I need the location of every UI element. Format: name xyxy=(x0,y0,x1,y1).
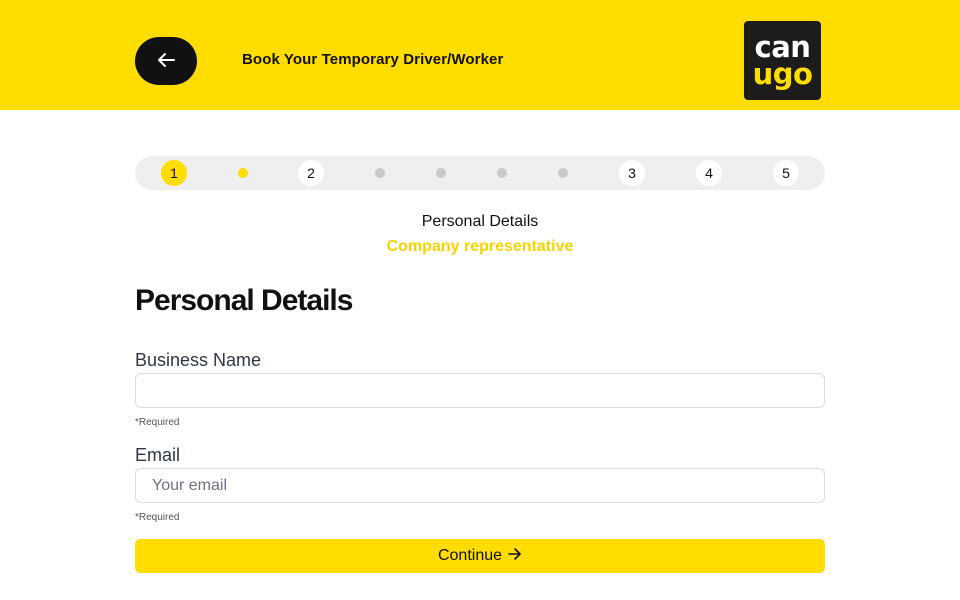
business-name-required-hint: *Required xyxy=(135,417,180,428)
logo-text-bottom: ugo xyxy=(752,57,813,91)
business-name-label: Business Name xyxy=(135,350,262,370)
back-button[interactable] xyxy=(135,37,197,85)
page-header-title: Book Your Temporary Driver/Worker xyxy=(242,51,504,68)
step-3[interactable]: 3 xyxy=(619,160,645,186)
step-title: Personal Details xyxy=(421,213,539,230)
sub-step-dot xyxy=(375,168,385,178)
continue-button[interactable]: Continue xyxy=(135,539,825,573)
sub-step-dot xyxy=(238,168,248,178)
business-name-input[interactable] xyxy=(135,373,825,408)
step-4[interactable]: 4 xyxy=(696,160,722,186)
step-2[interactable]: 2 xyxy=(298,160,324,186)
sub-step-dot xyxy=(436,168,446,178)
sub-step-dot xyxy=(558,168,568,178)
arrow-left-icon xyxy=(156,52,176,71)
top-bar: Book Your Temporary Driver/Worker can ug… xyxy=(0,0,960,110)
continue-button-label: Continue xyxy=(437,547,503,564)
email-required-hint: *Required xyxy=(135,512,180,523)
arrow-right-icon xyxy=(508,547,522,565)
step-1[interactable]: 1 xyxy=(161,160,187,186)
sub-step-dot xyxy=(497,168,507,178)
email-input[interactable] xyxy=(135,468,825,503)
progress-stepper: 1 2 3 4 5 xyxy=(135,156,825,190)
canugo-logo[interactable]: can ugo xyxy=(744,21,821,100)
step-5[interactable]: 5 xyxy=(773,160,799,186)
email-label: Email xyxy=(135,445,181,465)
form-title: Personal Details xyxy=(135,284,353,317)
step-subtitle: Company representative xyxy=(386,238,574,255)
